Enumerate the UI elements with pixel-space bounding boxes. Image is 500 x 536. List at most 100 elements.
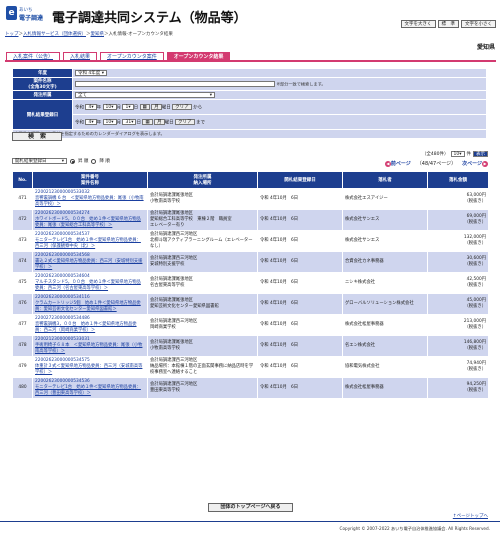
case-cell: 22002623000000534604 マルチスタンド5，００台 始め１件＜愛知…	[32, 272, 148, 294]
to-calendar-icon[interactable]: ▦	[142, 118, 153, 125]
year-select[interactable]: 令和 4年度 ▾	[75, 69, 107, 76]
table-row: 479 22002623000000534575 体重計３式＜愛知県地方物品委員：西…	[12, 356, 489, 378]
font-large-button[interactable]: 文字を大きく	[400, 20, 436, 28]
per-page-select[interactable]: 10▾	[450, 151, 465, 157]
case-cell: 22002623000000534536 モニターテレビ1台 始め１件＜愛知県地方…	[32, 377, 148, 399]
next-page-link[interactable]: 次ページ▶	[462, 160, 488, 167]
case-name-link[interactable]: クラムカートリッジ5個 始め１件＜愛知県地方物品委員：愛知芸術文化センター愛知県…	[35, 301, 145, 313]
sort-field-select[interactable]: 開札結果登録日 ▾	[12, 158, 67, 164]
department-label: 発注所属	[12, 90, 73, 100]
winner-name: 株式会社サンエス	[342, 230, 428, 252]
date-to-row: 令和 4▾ 年 10▾ 月 31▾ 日 ▦ 月曜日 クリア まで	[72, 114, 487, 130]
date-from-row: 令和 4▾ 年 10▾ 月 1▾ 日 ▦ 月曜日 クリア から	[72, 99, 487, 115]
amount-cell: 69,000円 （税抜き）	[427, 209, 489, 231]
table-row: 476 22002623000000534116 クラムカートリッジ5個 始め１件＜…	[12, 293, 489, 315]
dept-cell: 会計局調達課尾張地区 愛知芸術文化センター愛知県図書館	[147, 293, 258, 315]
page-info: （48/47ページ）	[416, 161, 457, 167]
to-month-select[interactable]: 10▾	[102, 118, 117, 125]
case-cell: 22002123000000533031 手術用椅子６８本 ＜愛知県地方物品委員：…	[32, 335, 148, 357]
case-cell: 22002123000000533032 音響裏調機 6 台 ＜愛知県地方物品委員…	[32, 188, 148, 210]
case-name-label: 案件名称 (全角30文字)	[12, 77, 73, 91]
font-normal-button[interactable]: 標 準	[437, 20, 459, 28]
table-row: 478 22002123000000533031 手術用椅子６８本 ＜愛知県地方物品…	[12, 335, 489, 357]
from-day-select[interactable]: 1▾	[122, 103, 134, 110]
tax-note: （税抜き）	[464, 283, 486, 288]
case-name-link[interactable]: マルチスタンド5，００台 始め１件＜愛知県地方物品委員：西三河（名古屋東高等学校…	[35, 280, 145, 292]
dept-cell: 会計局調達課西三河地区 納品場所：本館棟１階の正面玄関事務に納品店時を学校事務室へ…	[147, 356, 258, 378]
from-month-select[interactable]: 10▾	[102, 103, 117, 110]
case-name-input[interactable]	[75, 80, 275, 87]
next-arrow-icon: ▶	[482, 160, 488, 167]
case-name-note: ※部分一致で検索します。	[276, 81, 326, 87]
back-to-top-button[interactable]: 団体のトップページへ戻る	[208, 503, 293, 512]
display-button[interactable]: 表示	[473, 151, 488, 157]
from-weekday: 月	[151, 103, 162, 110]
case-name-link[interactable]: ホワイトボード5，００台 始め１件＜愛知県地方物品委員：尾張（愛知総合工科高等学…	[35, 217, 145, 229]
breadcrumb-current: 入札情報-オープンカウンタ結果	[108, 32, 173, 37]
row-no: 475	[12, 272, 33, 294]
column-header: 開札結果登録日	[257, 171, 343, 189]
logo[interactable]: e あいち 電子調達	[6, 6, 48, 25]
winner-name: 株式会社エスアイジー	[342, 188, 428, 210]
tab-bid-cases[interactable]: 入札案件（公告）	[6, 52, 61, 60]
delivery-place: 納品場所：本館棟１階の正面玄関事務に納品店時を学校事務室へ連絡すること	[150, 364, 254, 375]
winner-name: 合資会社カネ事務器	[342, 251, 428, 273]
tab-bid-results[interactable]: 入札結果	[63, 52, 98, 60]
dept-cell: 会計局調達課西三河地区 北柳斗瑞アクティブラーニングルーム（エレベーターなし）	[147, 230, 258, 252]
table-row: 475 22002623000000534604 マルチスタンド5，００台 始め１件…	[12, 272, 489, 294]
case-name-link[interactable]: 書込２式＜愛知県地方物品委員：西三河（安城特別支援学校）＞	[35, 259, 145, 271]
amount-cell: 213,000円 （税抜き）	[427, 314, 489, 336]
column-header: 案件番号 案件名称	[32, 171, 148, 189]
case-name-link[interactable]: 体重計３式＜愛知県地方物品委員：西三河（安城南高等学校）＞	[35, 364, 145, 376]
tab-divider	[5, 60, 496, 62]
font-size-controls: 文字を大きく 標 準 文字を小さく	[400, 20, 496, 28]
tab-open-counter-results[interactable]: オープンカウンタ結果	[166, 52, 231, 60]
row-no: 480	[12, 377, 33, 399]
case-name-link[interactable]: 音響裏調機 6 台 ＜愛知県地方物品委員：尾張（小牧南高等学校）＞	[35, 196, 145, 208]
from-year-select[interactable]: 4▾	[85, 103, 97, 110]
amount-cell: 63,000円 （税抜き）	[427, 188, 489, 210]
delivery-place: 岡崎商業学校	[150, 325, 176, 330]
delivery-place: 名古屋東高等学校	[150, 283, 185, 288]
tax-note: （税抜き）	[464, 367, 486, 372]
sort-desc-radio[interactable]	[91, 158, 97, 164]
tax-note: （税抜き）	[464, 325, 486, 330]
dept-cell: 会計局調達課尾張地区 小牧南高等学校	[147, 188, 258, 210]
table-row: 477 22002723000000534486 音響裏調機3，００台 始め１件＜愛…	[12, 314, 489, 336]
dept-cell: 会計局調達課西三河地区 岡崎商業学校	[147, 314, 258, 336]
case-cell: 22002623000000534116 クラムカートリッジ5個 始め１件＜愛知県…	[32, 293, 148, 315]
breadcrumb-pref[interactable]: 愛知県	[91, 32, 105, 37]
case-cell: 22002623000000534568 書込２式＜愛知県地方物品委員：西三河（安…	[32, 251, 148, 273]
case-name-link[interactable]: モニターテレビ1台 始め１件＜愛知県地方物品委員：西三河（保護観察中央（北）＞	[35, 238, 145, 250]
from-clear-button[interactable]: クリア	[172, 103, 192, 110]
amount-cell: 74,940円 （税抜き）	[427, 356, 489, 378]
search-button[interactable]: 検 索	[12, 132, 62, 141]
amount-cell: 42,500円 （税抜き）	[427, 272, 489, 294]
breadcrumb-service[interactable]: 入札情報サービス（団体選択）	[23, 32, 86, 37]
table-row: 472 22002623000000534274 ホワイトボード5，００台 始め１件…	[12, 209, 489, 231]
to-day-select[interactable]: 31▾	[122, 118, 137, 125]
page-top-link[interactable]: ↑ページトップへ	[453, 513, 488, 519]
sort-controls: 開札結果登録日 ▾ 昇 順 降 順	[12, 158, 110, 164]
sort-asc-radio[interactable]	[70, 158, 75, 164]
case-name-link[interactable]: 手術用椅子６８本 ＜愛知県地方物品委員：尾張（小牧南高等学校）＞	[35, 343, 145, 355]
department-select[interactable]: 全て ▾	[75, 91, 215, 98]
tab-open-counter-cases[interactable]: オープンカウンタ案件	[100, 52, 164, 60]
tax-note: （税抜き）	[464, 262, 486, 267]
row-no: 477	[12, 314, 33, 336]
breadcrumb: トップ＞入札情報サービス（団体選択）＞愛知県＞入札情報-オープンカウンタ結果	[5, 32, 173, 37]
table-row: 474 22002623000000534568 書込２式＜愛知県地方物品委員：西三…	[12, 251, 489, 273]
amount-cell: 30,600円 （税抜き）	[427, 251, 489, 273]
prev-page-link[interactable]: ◀前ページ	[384, 160, 411, 167]
from-calendar-icon[interactable]: ▦	[139, 103, 150, 110]
to-clear-button[interactable]: クリア	[175, 118, 195, 125]
row-no: 473	[12, 230, 33, 252]
case-name-link[interactable]: 音響裏調機3，００台 始め１件＜愛知県地方物品委員：西三河（岡崎商業学校）＞	[35, 322, 145, 334]
font-small-button[interactable]: 文字を小さく	[461, 20, 496, 28]
column-header: No.	[12, 171, 33, 189]
breadcrumb-top[interactable]: トップ	[5, 32, 19, 37]
date-label: 開札結果登録日	[12, 99, 73, 130]
dept-cell: 会計局調達課西三河地区 豊田東高等学校	[147, 377, 258, 399]
to-year-select[interactable]: 4▾	[85, 118, 97, 125]
case-name-link[interactable]: モニターテレビ1台 始め１件＜愛知県地方物品委員：西三河（豊田東高等学校）＞	[35, 385, 145, 397]
